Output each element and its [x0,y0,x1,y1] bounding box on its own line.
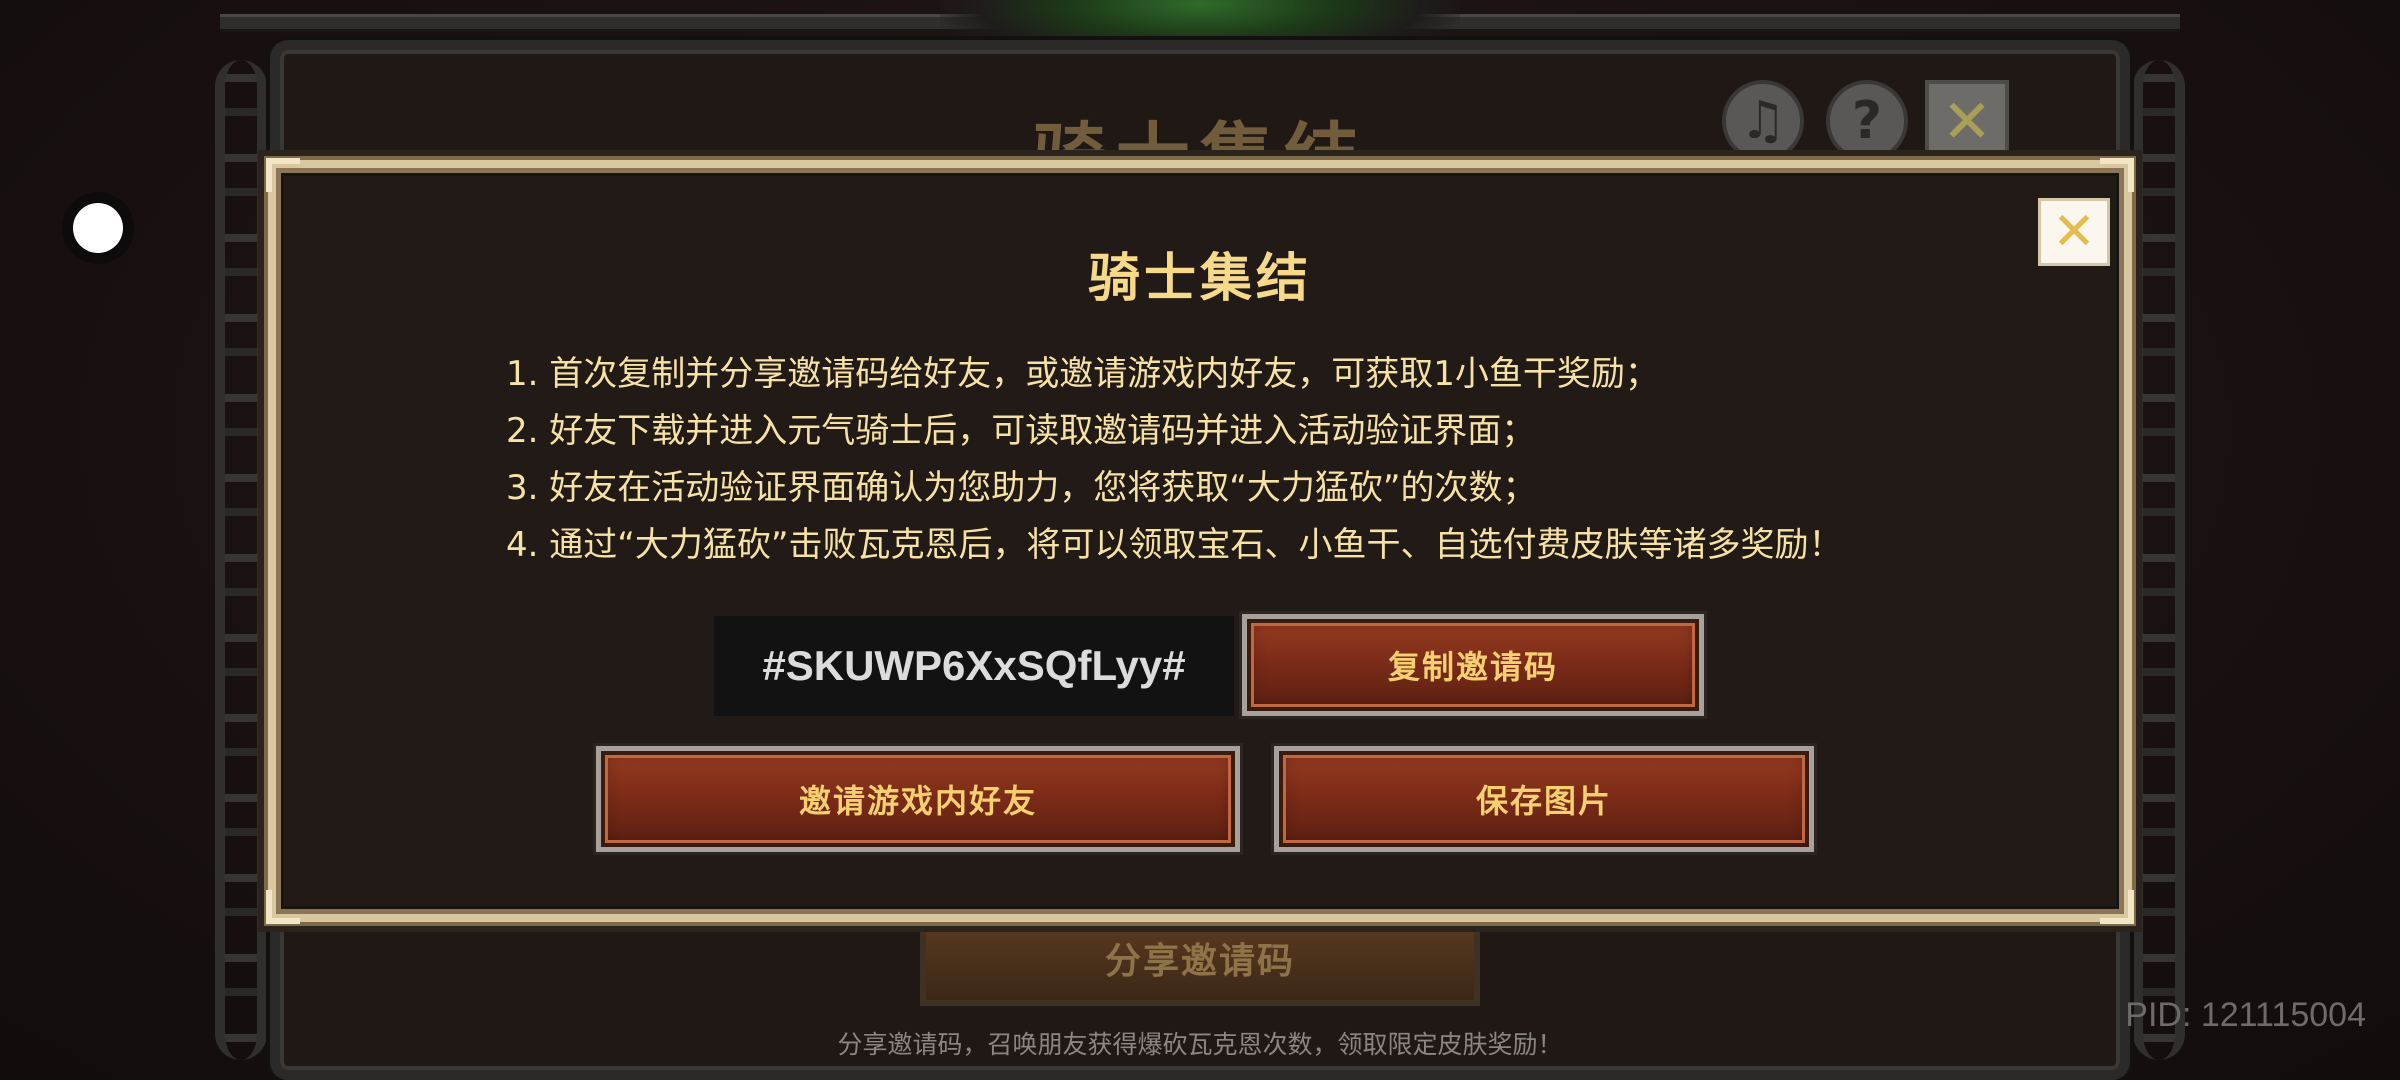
dialog-title: 骑士集结 [1087,249,1312,309]
invite-game-friends-button[interactable]: 邀请游戏内好友 [596,746,1240,852]
floating-assistive-button[interactable] [62,192,134,264]
background-footer-text: 分享邀请码，召唤朋友获得爆砍瓦克恩次数，领取限定皮肤奖励！ [837,1030,1563,1059]
left-chain-decoration [215,60,267,1060]
frame-corner [266,890,300,924]
knight-rally-dialog: ✕ 骑士集结 1. 首次复制并分享邀请码给好友，或邀请游戏内好友，可获取1小鱼干… [266,158,2134,924]
rule-item: 4. 通过“大力猛砍”击败瓦克恩后，将可以领取宝石、小鱼干、自选付费皮肤等诸多奖… [506,525,1843,565]
frame-corner [266,158,300,192]
rules-list: 1. 首次复制并分享邀请码给好友，或邀请游戏内好友，可获取1小鱼干奖励； 2. … [506,346,1966,574]
rule-item: 1. 首次复制并分享邀请码给好友，或邀请游戏内好友，可获取1小鱼干奖励； [506,354,1659,394]
background-close-icon[interactable]: ✕ [1925,80,2009,164]
frame-corner [2100,158,2134,192]
save-image-button[interactable]: 保存图片 [1274,746,1814,852]
rule-item: 3. 好友在活动验证界面确认为您助力，您将获取“大力猛砍”的次数； [506,468,1537,508]
copy-invite-code-button[interactable]: 复制邀请码 [1242,614,1704,716]
rule-item: 2. 好友下载并进入元气骑士后，可读取邀请码并进入活动验证界面； [506,411,1536,451]
invite-code-display: #SKUWP6XxSQfLyy# [714,616,1234,716]
music-icon[interactable]: ♫ [1722,80,1804,162]
player-id-label: PID: 121115004 [2125,996,2366,1034]
right-chain-decoration [2133,60,2185,1060]
assistive-dot-icon [73,203,123,253]
share-invite-code-button[interactable]: 分享邀请码 [920,910,1480,1006]
help-icon[interactable]: ? [1826,80,1908,162]
frame-corner [2100,890,2134,924]
